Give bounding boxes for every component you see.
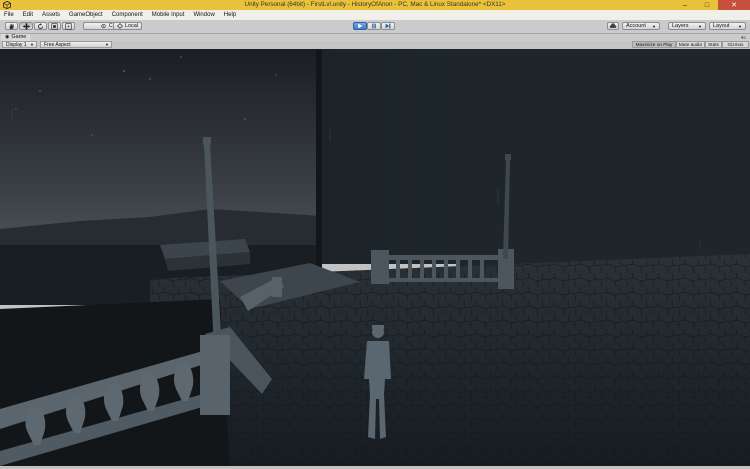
menu-file[interactable]: File [0,10,19,20]
minimize-button[interactable]: – [674,0,696,10]
play-icon [358,23,363,29]
rect-transform-icon [65,22,72,30]
maximize-button[interactable]: □ [696,0,718,10]
gizmos-dropdown[interactable]: Gizmos [722,41,749,48]
scale-tool-button[interactable] [48,22,61,30]
maximize-on-play-toggle[interactable]: Maximize on Play [632,41,676,48]
layers-label: Layers [672,23,689,29]
panel-menu-icon[interactable]: ▾≡ [741,34,746,41]
rotate-tool-button[interactable] [34,22,47,30]
stats-toggle[interactable]: Stats [705,41,722,48]
menu-edit[interactable]: Edit [19,10,38,20]
wall-edge [316,49,322,279]
aspect-dropdown[interactable]: Free Aspect ▼ [40,41,112,48]
play-button[interactable] [353,22,367,30]
menu-component[interactable]: Component [108,10,148,20]
menu-mobile-input[interactable]: Mobile Input [148,10,190,20]
game-viewport[interactable] [0,49,750,466]
menu-window[interactable]: Window [189,10,219,20]
chevron-down-icon: ▼ [698,23,702,29]
menu-gameobject[interactable]: GameObject [65,10,108,20]
step-button[interactable] [381,22,395,30]
tab-game[interactable]: ◉ Game [1,34,31,41]
game-tab-bar: ◉ Game ▾≡ [0,34,750,41]
mute-audio-toggle[interactable]: Mute audio [676,41,705,48]
window-title: Unity Personal (64bit) - FirstLvl.unity … [244,1,506,8]
local-space-icon [117,23,123,29]
menu-help[interactable]: Help [220,10,241,20]
pause-icon [372,23,376,29]
move-tool-button[interactable] [19,22,33,30]
close-button[interactable]: ✕ [718,0,750,10]
game-controller-icon: ◉ [5,34,10,40]
game-scene [0,49,750,466]
pivot-space-toggle[interactable]: Local [113,22,142,30]
pivot-center-icon [101,23,106,29]
pivot-space-label: Local [124,23,139,29]
layers-dropdown[interactable]: Layers ▼ [668,22,706,30]
hand-icon [9,23,14,29]
chevron-down-icon: ▼ [105,42,109,47]
chevron-down-icon: ▼ [652,23,656,29]
scale-icon [51,22,58,30]
layout-dropdown[interactable]: Layout ▼ [709,22,746,30]
rect-tool-button[interactable] [62,22,75,30]
layout-label: Layout [713,23,730,29]
chevron-down-icon: ▼ [738,23,742,29]
main-toolbar: Center Local Account ▼ Layers ▼ Layout ▼ [0,20,750,34]
menu-assets[interactable]: Assets [38,10,65,20]
display-dropdown[interactable]: Display 1 ▼ [2,41,37,48]
aspect-label: Free Aspect [44,42,71,48]
step-icon [385,23,391,29]
chevron-down-icon: ▼ [30,42,34,47]
cloud-services-button[interactable] [607,22,619,30]
pause-button[interactable] [367,22,381,30]
tab-game-label: Game [11,34,27,40]
menu-bar: File Edit Assets GameObject Component Mo… [0,10,750,20]
rotate-icon [37,22,44,29]
move-arrows-icon [22,22,30,30]
account-label: Account [626,23,646,29]
account-dropdown[interactable]: Account ▼ [622,22,660,30]
display-label: Display 1 [6,42,27,48]
cloud-icon [609,23,617,28]
night-sky [0,49,320,239]
hand-tool-button[interactable] [5,22,18,30]
window-title-bar: Unity Personal (64bit) - FirstLvl.unity … [0,0,750,10]
